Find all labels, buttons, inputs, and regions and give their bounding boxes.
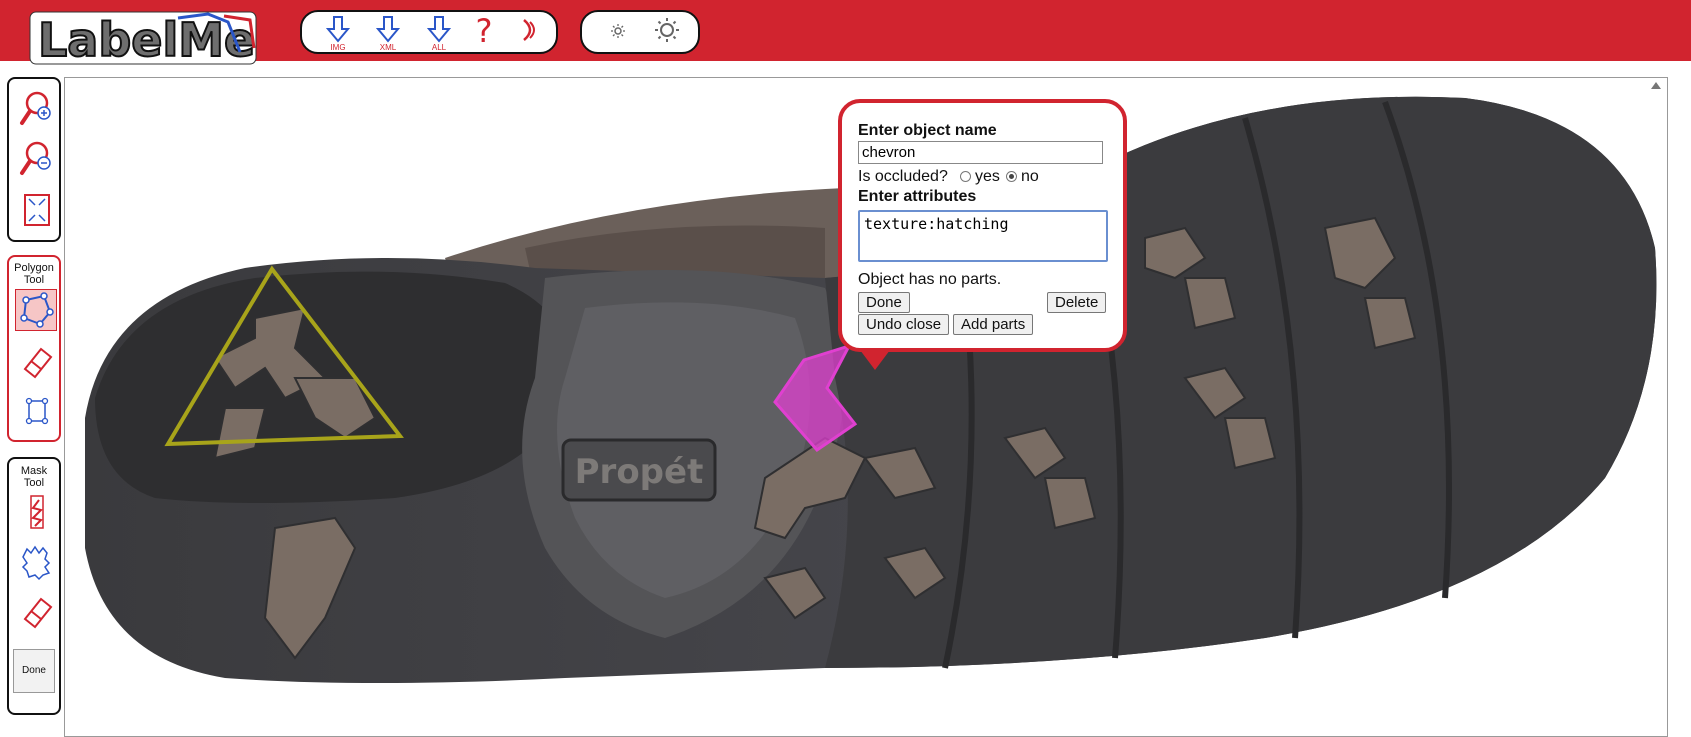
download-arrow-icon — [326, 16, 350, 43]
brightness-up-button[interactable] — [644, 16, 688, 50]
labelme-logo[interactable]: LabelMe — [28, 8, 260, 66]
download-xml-button[interactable]: XML — [366, 16, 410, 52]
occluded-label: Is occluded? — [858, 168, 948, 185]
crescent-icon — [523, 19, 535, 41]
object-name-heading: Enter object name — [858, 122, 997, 139]
top-toolbar: LabelMe IMG XML ALL ? — [0, 0, 1691, 66]
download-xml-label: XML — [379, 43, 397, 52]
download-arrow-icon — [376, 16, 400, 43]
polygon-tool-button[interactable] — [15, 289, 57, 331]
bounding-box-icon — [25, 397, 49, 425]
dialog-pointer — [860, 350, 890, 370]
occluded-no-label: no — [1021, 168, 1039, 185]
parts-status-text: Object has no parts. — [858, 271, 1002, 288]
file-tools-group: IMG XML ALL ? — [300, 10, 558, 54]
mask-background-button[interactable] — [17, 543, 57, 583]
download-all-label: ALL — [431, 43, 447, 52]
polygon-icon — [20, 292, 54, 328]
delete-button[interactable]: Delete — [1047, 292, 1107, 313]
download-arrow-icon — [427, 16, 451, 43]
sun-large-icon — [655, 18, 679, 42]
attributes-heading: Enter attributes — [858, 188, 977, 205]
scribble-icon — [30, 495, 44, 529]
about-button[interactable] — [508, 16, 552, 50]
mask-done-button[interactable]: Done — [13, 649, 55, 693]
eraser-icon — [23, 347, 53, 379]
mask-region-icon — [21, 545, 51, 581]
occluded-no-radio[interactable] — [1006, 171, 1017, 182]
fit-image-button[interactable] — [17, 189, 57, 229]
download-img-label: IMG — [330, 43, 346, 52]
brightness-tools-group — [580, 10, 700, 54]
zoom-out-icon — [20, 141, 51, 175]
scroll-up-arrow[interactable] — [1651, 82, 1661, 89]
polygon-erase-button[interactable] — [17, 343, 57, 383]
polygon-tool-title: Polygon Tool — [14, 262, 54, 286]
object-name-dialog: Enter object name Is occluded? yes no En… — [838, 99, 1127, 370]
polygon-tool-panel: Polygon Tool — [7, 255, 61, 442]
download-all-button[interactable]: ALL — [417, 16, 461, 52]
mask-erase-button[interactable] — [17, 593, 57, 633]
zoom-in-icon — [20, 91, 51, 125]
undo-close-button[interactable]: Undo close — [858, 314, 950, 335]
help-button[interactable]: ? — [462, 12, 506, 50]
bounding-box-button[interactable] — [17, 391, 57, 431]
zoom-tools-panel — [7, 77, 61, 242]
attributes-textarea[interactable]: texture:hatching — [858, 210, 1108, 262]
sun-small-icon — [611, 24, 625, 38]
download-img-button[interactable]: IMG — [316, 16, 360, 52]
mask-tool-title: Mask Tool — [20, 465, 48, 489]
sole-logo-text: Propét — [575, 452, 704, 492]
object-name-input[interactable] — [858, 141, 1103, 164]
add-parts-button[interactable]: Add parts — [953, 314, 1034, 335]
zoom-in-button[interactable] — [17, 89, 57, 129]
brightness-down-button[interactable] — [596, 16, 640, 50]
done-button[interactable]: Done — [858, 292, 910, 313]
fit-to-screen-icon — [24, 194, 50, 226]
help-icon: ? — [475, 12, 493, 50]
occluded-yes-label: yes — [975, 168, 1000, 185]
eraser-icon — [23, 597, 53, 629]
mask-foreground-button[interactable] — [17, 492, 57, 532]
occluded-yes-radio[interactable] — [960, 171, 971, 182]
zoom-out-button[interactable] — [17, 139, 57, 179]
mask-tool-panel: Mask Tool Done — [7, 457, 61, 715]
